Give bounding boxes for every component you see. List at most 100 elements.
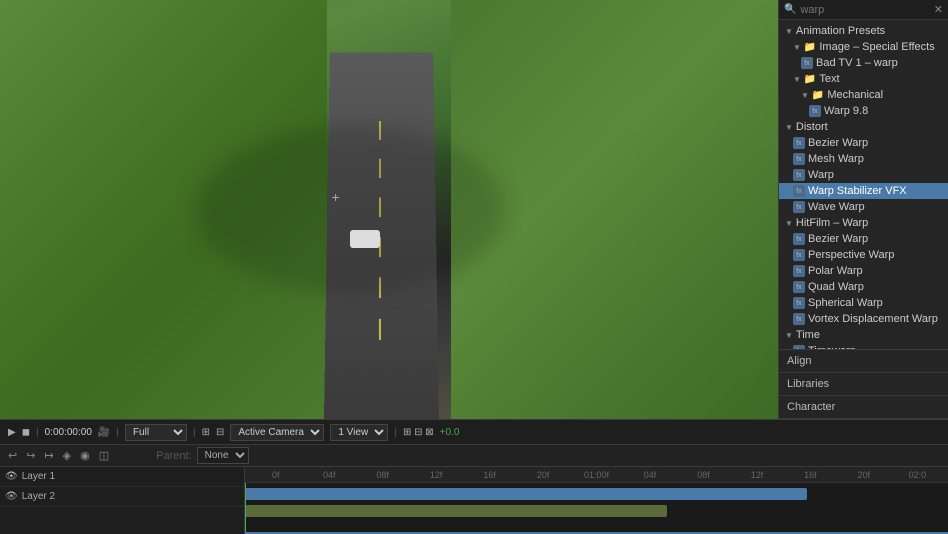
timeline-ruler: 0f 04f 08f 12f 16f 20f 01:00f 04f 08f 12… (245, 467, 948, 483)
tab-align[interactable]: Align (779, 350, 948, 373)
effect-polar-warp[interactable]: fx Polar Warp (779, 263, 948, 279)
parent-select[interactable]: None (197, 447, 249, 464)
time-label: Time (796, 329, 820, 341)
tab-libraries[interactable]: Libraries (779, 373, 948, 396)
category-mechanical[interactable]: ▼ 📁 Mechanical (779, 87, 948, 103)
triangle-icon: ▼ (785, 219, 793, 228)
mechanical-label: Mechanical (827, 89, 883, 101)
effect-icon: fx (793, 313, 805, 325)
snap-icon[interactable]: ◈ (61, 449, 73, 462)
effect-icon: fx (801, 57, 813, 69)
eye-icon[interactable]: 👁 (5, 491, 18, 502)
audio-track-bar[interactable] (245, 505, 667, 517)
category-text[interactable]: ▼ 📁 Text (779, 71, 948, 87)
shadow-overlay (195, 126, 506, 294)
effect-warp-stabilizer[interactable]: fx Warp Stabilizer VFX (779, 183, 948, 199)
spherical-warp-label: Spherical Warp (808, 297, 883, 309)
image-special-label: Image – Special Effects (819, 41, 934, 53)
timeline-area: ↩ ↪ ↦ ◈ ◉ ◫ Parent: None 👁 Layer 1 👁 Lay… (0, 444, 948, 534)
search-bar: 🔍 warp ✕ (779, 0, 948, 20)
collapse-icon[interactable]: ◫ (97, 449, 111, 462)
effect-bezier-warp[interactable]: fx Bezier Warp (779, 135, 948, 151)
ruler-mark: 20f (837, 470, 890, 480)
effects-list: ▼ Animation Presets ▼ 📁 Image – Special … (779, 20, 948, 349)
folder-icon: 📁 (812, 90, 824, 101)
category-hitfilm[interactable]: ▼ HitFilm – Warp (779, 215, 948, 231)
search-icon: 🔍 (784, 4, 796, 15)
camera-select[interactable]: Active Camera (230, 424, 324, 441)
effect-icon: fx (793, 249, 805, 261)
ruler-mark: 01:00f (570, 470, 623, 480)
separator: | (394, 427, 397, 438)
category-image-special[interactable]: ▼ 📁 Image – Special Effects (779, 39, 948, 55)
effect-bad-tv[interactable]: fx Bad TV 1 – warp (779, 55, 948, 71)
view-select[interactable]: 1 View (330, 424, 388, 441)
timecode-display: 0:00:00:00 (45, 427, 92, 438)
effect-icon: fx (793, 169, 805, 181)
undo-icon[interactable]: ↩ (6, 449, 19, 462)
category-distort[interactable]: ▼ Distort (779, 119, 948, 135)
quality-select[interactable]: Full Half Quarter (125, 424, 187, 441)
playhead[interactable] (245, 483, 246, 534)
effect-wave-warp[interactable]: fx Wave Warp (779, 199, 948, 215)
triangle-icon: ▼ (793, 43, 801, 52)
category-time[interactable]: ▼ Time (779, 327, 948, 343)
text-label: Text (819, 73, 839, 85)
viewport (0, 0, 778, 419)
grid-icon[interactable]: ⊞ (202, 427, 210, 438)
triangle-icon: ▼ (793, 75, 801, 84)
camera-icon: 🎥 (98, 427, 110, 438)
search-input[interactable]: warp (800, 4, 929, 16)
effect-spherical-warp[interactable]: fx Spherical Warp (779, 295, 948, 311)
stop-icon[interactable]: ◼ (22, 427, 30, 438)
ruler-mark: 0f (249, 470, 302, 480)
track-labels: 👁 Layer 1 👁 Layer 2 (0, 467, 245, 534)
quad-warp-label: Quad Warp (808, 281, 864, 293)
effect-perspective-warp[interactable]: fx Perspective Warp (779, 247, 948, 263)
triangle-icon: ▼ (785, 331, 793, 340)
category-animation-presets[interactable]: ▼ Animation Presets (779, 23, 948, 39)
effect-quad-warp[interactable]: fx Quad Warp (779, 279, 948, 295)
grid2-icon[interactable]: ⊟ (216, 427, 224, 438)
separator: | (36, 427, 39, 438)
ruler-mark: 20f (516, 470, 569, 480)
ruler-mark: 08f (356, 470, 409, 480)
play-icon[interactable]: ▶ (8, 427, 16, 438)
effect-warp-9-8[interactable]: fx Warp 9.8 (779, 103, 948, 119)
timeline-track-area (245, 483, 948, 534)
effect-warp[interactable]: fx Warp (779, 167, 948, 183)
trim-icon[interactable]: ↦ (42, 449, 55, 462)
effect-hitfilm-bezier[interactable]: fx Bezier Warp (779, 231, 948, 247)
separator: Parent: (156, 450, 191, 462)
ruler-mark: 12f (730, 470, 783, 480)
warp-9-8-label: Warp 9.8 (824, 105, 868, 117)
distort-label: Distort (796, 121, 828, 133)
effect-icon: fx (793, 265, 805, 277)
effect-mesh-warp[interactable]: fx Mesh Warp (779, 151, 948, 167)
bottom-bar: ▶ ◼ | 0:00:00:00 🎥 | Full Half Quarter |… (0, 419, 948, 444)
track-label-1: 👁 Layer 1 (0, 467, 244, 487)
effect-icon: fx (809, 105, 821, 117)
car (350, 230, 380, 248)
crosshair-icon (335, 193, 347, 205)
eye-icon[interactable]: 👁 (5, 471, 18, 482)
warp-stabilizer-label: Warp Stabilizer VFX (808, 185, 907, 197)
effect-icon: fx (793, 297, 805, 309)
effect-icon: fx (793, 185, 805, 197)
effect-vortex[interactable]: fx Vortex Displacement Warp (779, 311, 948, 327)
viewport-background (0, 0, 778, 419)
perspective-warp-label: Perspective Warp (808, 249, 894, 261)
folder-icon: 📁 (804, 42, 816, 53)
bezier-warp-label: Bezier Warp (808, 137, 868, 149)
ruler-mark: 04f (623, 470, 676, 480)
close-icon[interactable]: ✕ (934, 3, 943, 16)
ruler-mark: 04f (302, 470, 355, 480)
redo-icon[interactable]: ↪ (24, 449, 37, 462)
tab-character[interactable]: Character (779, 396, 948, 419)
video-track-bar[interactable] (245, 488, 807, 500)
track-label-2: 👁 Layer 2 (0, 487, 244, 507)
wave-warp-label: Wave Warp (808, 201, 865, 213)
solo-icon[interactable]: ◉ (78, 449, 92, 462)
effect-icon: fx (793, 281, 805, 293)
folder-icon: 📁 (804, 74, 816, 85)
